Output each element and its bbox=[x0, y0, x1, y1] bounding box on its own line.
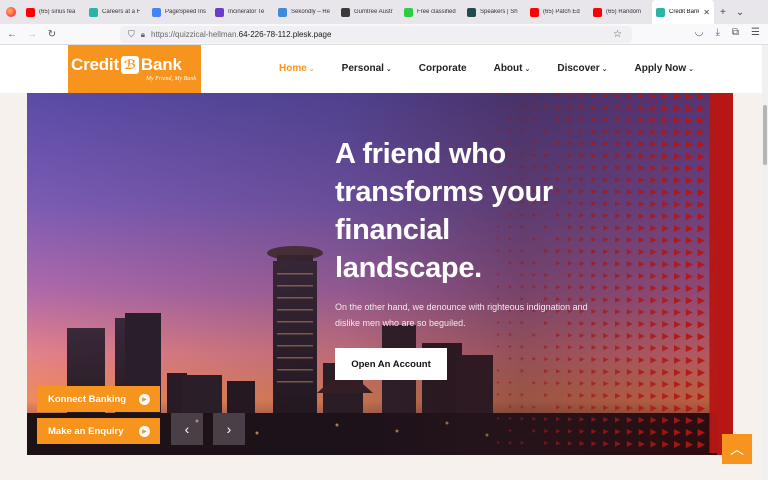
shield-icon[interactable]: ⛉ bbox=[128, 29, 135, 40]
browser-nav-bar: ← → ↻ ⛉ 🔒︎ https://quizzical-hellman.64-… bbox=[0, 24, 768, 45]
tab-title: Careers at a F bbox=[102, 9, 140, 15]
headline-line: transforms your bbox=[335, 173, 635, 211]
tab-title: PageSpeed Ins bbox=[165, 9, 206, 15]
reload-icon[interactable]: ↻ bbox=[44, 29, 60, 40]
tab-title: (65) Patch Ed bbox=[543, 9, 580, 15]
tab-title: (65) sirius fea bbox=[39, 9, 75, 15]
konnect-banking-label: Konnect Banking bbox=[48, 394, 126, 405]
logo-mark-icon: ℬ bbox=[121, 56, 139, 74]
firefox-icon[interactable] bbox=[6, 7, 16, 17]
url-text[interactable]: https://quizzical-hellman.64-226-78-112.… bbox=[151, 30, 331, 39]
hero-text-block: A friend who transforms your financial land… bbox=[335, 135, 635, 331]
menu-item-label: About bbox=[494, 63, 523, 74]
tab-title: Sekondly – Re bbox=[291, 9, 330, 15]
new-tab-icon[interactable]: + bbox=[720, 7, 726, 18]
browser-tab[interactable]: Speakers | Sh bbox=[463, 0, 526, 24]
konnect-banking-button[interactable]: Konnect Banking ▶ bbox=[37, 386, 160, 412]
site-header: Credit ℬ Bank My Friend, My Bank Home ⌄ Pe… bbox=[0, 45, 762, 93]
browser-tab-bar: (65) sirius fea Careers at a F PageSpeed I… bbox=[0, 0, 768, 24]
hero-banner: A friend who transforms your financial land… bbox=[27, 93, 733, 455]
menu-icon[interactable]: ☰ bbox=[751, 27, 760, 38]
menu-item-corporate[interactable]: Corporate bbox=[419, 63, 467, 74]
tab-favicon-icon bbox=[152, 8, 161, 17]
browser-tab[interactable]: Incinerator Te bbox=[211, 0, 274, 24]
tab-title: Free classified bbox=[417, 9, 456, 15]
hero-headline: A friend who transforms your financial land… bbox=[335, 135, 635, 287]
browser-tab[interactable]: Careers at a F bbox=[85, 0, 148, 24]
menu-item-home[interactable]: Home ⌄ bbox=[279, 63, 315, 74]
browser-tab[interactable]: (65) Random bbox=[589, 0, 652, 24]
tab-favicon-icon bbox=[341, 8, 350, 17]
browser-tab[interactable]: Free classified bbox=[400, 0, 463, 24]
page-scrollbar[interactable] bbox=[762, 45, 768, 480]
tab-title: Credit Bank bbox=[669, 9, 699, 15]
menu-item-label: Corporate bbox=[419, 63, 467, 74]
tab-favicon-icon bbox=[26, 8, 35, 17]
chevron-down-icon: ⌄ bbox=[524, 66, 530, 73]
menu-item-apply-now[interactable]: Apply Now ⌄ bbox=[634, 63, 694, 74]
scrollbar-thumb[interactable] bbox=[763, 105, 767, 165]
headline-line: A friend who bbox=[335, 135, 635, 173]
menu-item-discover[interactable]: Discover ⌄ bbox=[557, 63, 607, 74]
menu-item-label: Discover bbox=[557, 63, 599, 74]
make-enquiry-label: Make an Enquiry bbox=[48, 426, 124, 437]
tab-title: (65) Random bbox=[606, 9, 641, 15]
tab-favicon-icon bbox=[530, 8, 539, 17]
tab-title: Incinerator Te bbox=[228, 9, 264, 15]
browser-tab[interactable]: Sekondly – Re bbox=[274, 0, 337, 24]
browser-tab[interactable]: Gumtree Austr bbox=[337, 0, 400, 24]
tab-title: Speakers | Sh bbox=[480, 9, 518, 15]
open-account-button[interactable]: Open An Account bbox=[335, 348, 447, 380]
close-tab-icon[interactable]: ✕ bbox=[703, 8, 710, 17]
pocket-icon[interactable]: ◡ bbox=[695, 27, 704, 38]
menu-item-personal[interactable]: Personal ⌄ bbox=[342, 63, 392, 74]
address-bar[interactable]: ⛉ 🔒︎ https://quizzical-hellman.64-226-78… bbox=[120, 26, 632, 43]
menu-item-about[interactable]: About ⌄ bbox=[494, 63, 531, 74]
logo-tagline: My Friend, My Bank bbox=[146, 76, 196, 82]
carousel-next-button[interactable]: › bbox=[213, 413, 245, 445]
back-icon[interactable]: ← bbox=[4, 29, 20, 40]
back-to-top-button[interactable]: ︿ bbox=[722, 434, 752, 464]
headline-line: financial bbox=[335, 211, 635, 249]
menu-item-label: Home bbox=[279, 63, 307, 74]
chevron-down-icon: ⌄ bbox=[309, 66, 315, 73]
bookmark-star-icon[interactable]: ☆ bbox=[613, 29, 622, 40]
downloads-icon[interactable]: ⤓ bbox=[715, 27, 719, 38]
extensions-icon[interactable]: ⧉ bbox=[732, 27, 739, 38]
lock-icon[interactable]: 🔒︎ bbox=[141, 30, 145, 40]
make-enquiry-button[interactable]: Make an Enquiry ▶ bbox=[37, 418, 160, 444]
chevron-down-icon: ⌄ bbox=[602, 66, 608, 73]
carousel-prev-button[interactable]: ‹ bbox=[171, 413, 203, 445]
logo-text-credit: Credit bbox=[71, 55, 119, 75]
forward-icon[interactable]: → bbox=[24, 29, 40, 40]
tab-favicon-icon bbox=[89, 8, 98, 17]
tab-favicon-icon bbox=[593, 8, 602, 17]
tab-title: Gumtree Austr bbox=[354, 9, 393, 15]
tab-favicon-icon bbox=[467, 8, 476, 17]
credit-bank-logo[interactable]: Credit ℬ Bank My Friend, My Bank bbox=[68, 45, 201, 93]
browser-tab[interactable]: PageSpeed Ins bbox=[148, 0, 211, 24]
tab-favicon-icon bbox=[656, 8, 665, 17]
hero-subtext: On the other hand, we denounce with righ… bbox=[335, 299, 605, 331]
menu-item-label: Personal bbox=[342, 63, 384, 74]
browser-tab[interactable]: (65) Patch Ed bbox=[526, 0, 589, 24]
tab-favicon-icon bbox=[278, 8, 287, 17]
headline-line: landscape. bbox=[335, 249, 635, 287]
browser-tab[interactable]: (65) sirius fea bbox=[22, 0, 85, 24]
tab-favicon-icon bbox=[404, 8, 413, 17]
play-arrow-icon: ▶ bbox=[139, 394, 150, 405]
chevron-down-icon: ⌄ bbox=[688, 66, 694, 73]
logo-text-bank: Bank bbox=[141, 55, 182, 75]
play-arrow-icon: ▶ bbox=[139, 426, 150, 437]
menu-item-label: Apply Now bbox=[634, 63, 686, 74]
tab-favicon-icon bbox=[215, 8, 224, 17]
main-menu: Home ⌄ Personal ⌄ Corporate About ⌄ Discover ⌄ Ap… bbox=[279, 63, 721, 74]
list-tabs-icon[interactable]: ⌄ bbox=[736, 7, 744, 18]
chevron-down-icon: ⌄ bbox=[386, 66, 392, 73]
chevron-up-icon: ︿ bbox=[730, 439, 744, 459]
tab-credit-bank[interactable]: Credit Bank ✕ bbox=[652, 0, 714, 24]
